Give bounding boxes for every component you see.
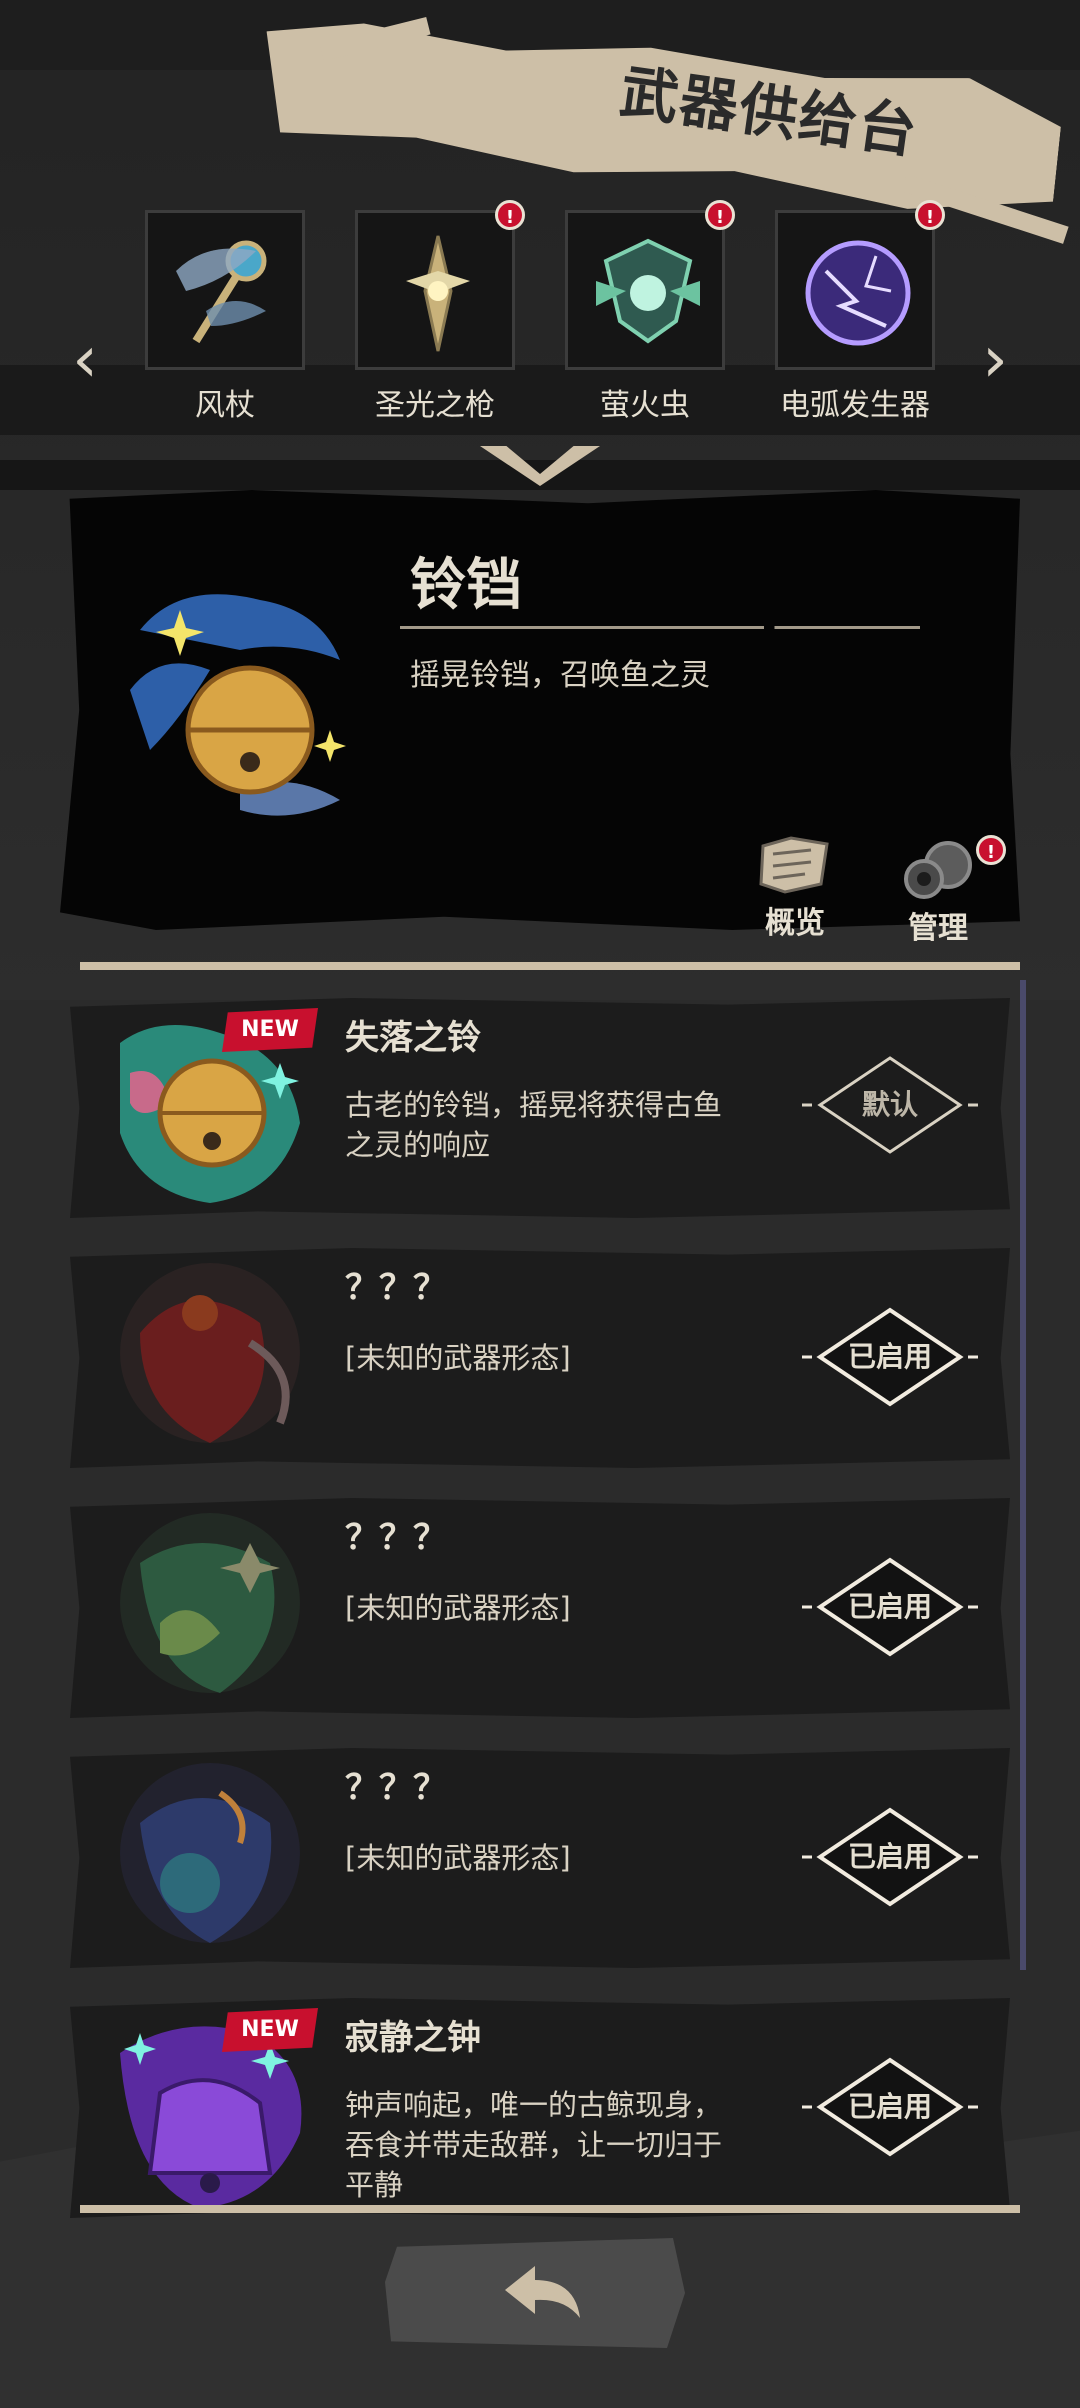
manage-button[interactable]: 管理 ! <box>888 835 1006 946</box>
prev-weapon-button[interactable]: ‹ <box>55 320 115 400</box>
variant-select-button[interactable]: 已启用 <box>800 1302 980 1412</box>
alert-badge: ! <box>705 200 735 230</box>
variant-title: ？？？ <box>345 1268 447 1308</box>
new-badge: NEW <box>222 1008 318 1052</box>
bell-weapon-art <box>130 594 346 816</box>
variant-select-button[interactable]: 已启用 <box>800 1802 980 1912</box>
overview-label: 概览 <box>765 906 825 941</box>
unknown-form-icon <box>120 1763 300 1943</box>
firefly-icon <box>596 238 700 344</box>
weapon-tab-holy-lance[interactable]: 圣光之枪 ! <box>355 200 525 440</box>
variant-description: [未知的武器形态] <box>345 1841 571 1875</box>
weapon-label: 风杖 <box>195 388 255 423</box>
variant-button-label: 已启用 <box>847 1590 932 1623</box>
alert-badge: ! <box>976 835 1006 865</box>
gold-divider <box>80 962 1020 970</box>
chevron-left-icon: ‹ <box>72 323 98 397</box>
overview-button[interactable]: 概览 <box>745 830 845 941</box>
chevron-right-icon: › <box>982 323 1008 397</box>
variant-title: ？？？ <box>345 1518 447 1558</box>
wind-staff-icon <box>176 240 267 344</box>
weapon-description: 摇晃铃铛，召唤鱼之灵 <box>410 658 710 693</box>
manage-label: 管理 <box>908 911 968 946</box>
variant-description: 古老的铃铛，摇晃将获得古鱼之灵的响应 <box>345 1088 723 1162</box>
weapon-label: 圣光之枪 <box>375 388 495 423</box>
variant-description: 钟声响起，唯一的古鲸现身，吞食并带走敌群，让一切归于平静 <box>345 2088 723 2202</box>
variant-select-button[interactable]: 已启用 <box>800 1552 980 1662</box>
unknown-form-icon <box>120 1513 300 1693</box>
variant-button-label: 已启用 <box>847 1840 932 1873</box>
variant-select-button[interactable]: 已启用 <box>800 2052 980 2162</box>
new-badge: NEW <box>222 2008 318 2052</box>
weapon-frame <box>145 210 305 370</box>
back-button[interactable] <box>385 2238 685 2348</box>
weapon-name: 铃铛 <box>410 553 522 618</box>
variant-title: 寂静之钟 <box>345 2018 481 2058</box>
back-arrow-icon <box>505 2266 580 2318</box>
weapon-tab-arc-generator[interactable]: 电弧发生器 ! <box>775 200 945 440</box>
next-weapon-button[interactable]: › <box>965 320 1025 400</box>
weapon-frame <box>355 210 515 370</box>
variant-button-label: 已启用 <box>847 1340 932 1373</box>
weapon-frame <box>775 210 935 370</box>
list-scrollbar[interactable] <box>1020 980 1026 1970</box>
title-underline <box>400 626 920 629</box>
variant-description: [未知的武器形态] <box>345 1341 571 1375</box>
variant-select-button[interactable]: 默认 <box>800 1050 980 1160</box>
arc-generator-icon <box>805 240 911 346</box>
variant-title: ？？？ <box>345 1768 447 1808</box>
weapon-tab-wind-staff[interactable]: 风杖 <box>145 210 305 440</box>
gold-divider <box>80 2205 1020 2213</box>
unknown-form-icon <box>120 1263 300 1443</box>
variant-title: 失落之铃 <box>345 1018 481 1058</box>
variant-description: [未知的武器形态] <box>345 1591 571 1625</box>
variant-button-label: 默认 <box>861 1088 918 1121</box>
weapon-label: 电弧发生器 <box>780 388 930 423</box>
alert-badge: ! <box>495 200 525 230</box>
gear-icon <box>904 841 972 899</box>
weapon-label: 萤火虫 <box>600 388 690 423</box>
holy-lance-icon <box>406 235 470 352</box>
alert-badge: ! <box>915 200 945 230</box>
variant-button-label: 已启用 <box>847 2090 932 2123</box>
weapon-frame <box>565 210 725 370</box>
overview-map-icon <box>759 836 829 894</box>
weapon-tab-firefly[interactable]: 萤火虫 ! <box>565 200 735 440</box>
